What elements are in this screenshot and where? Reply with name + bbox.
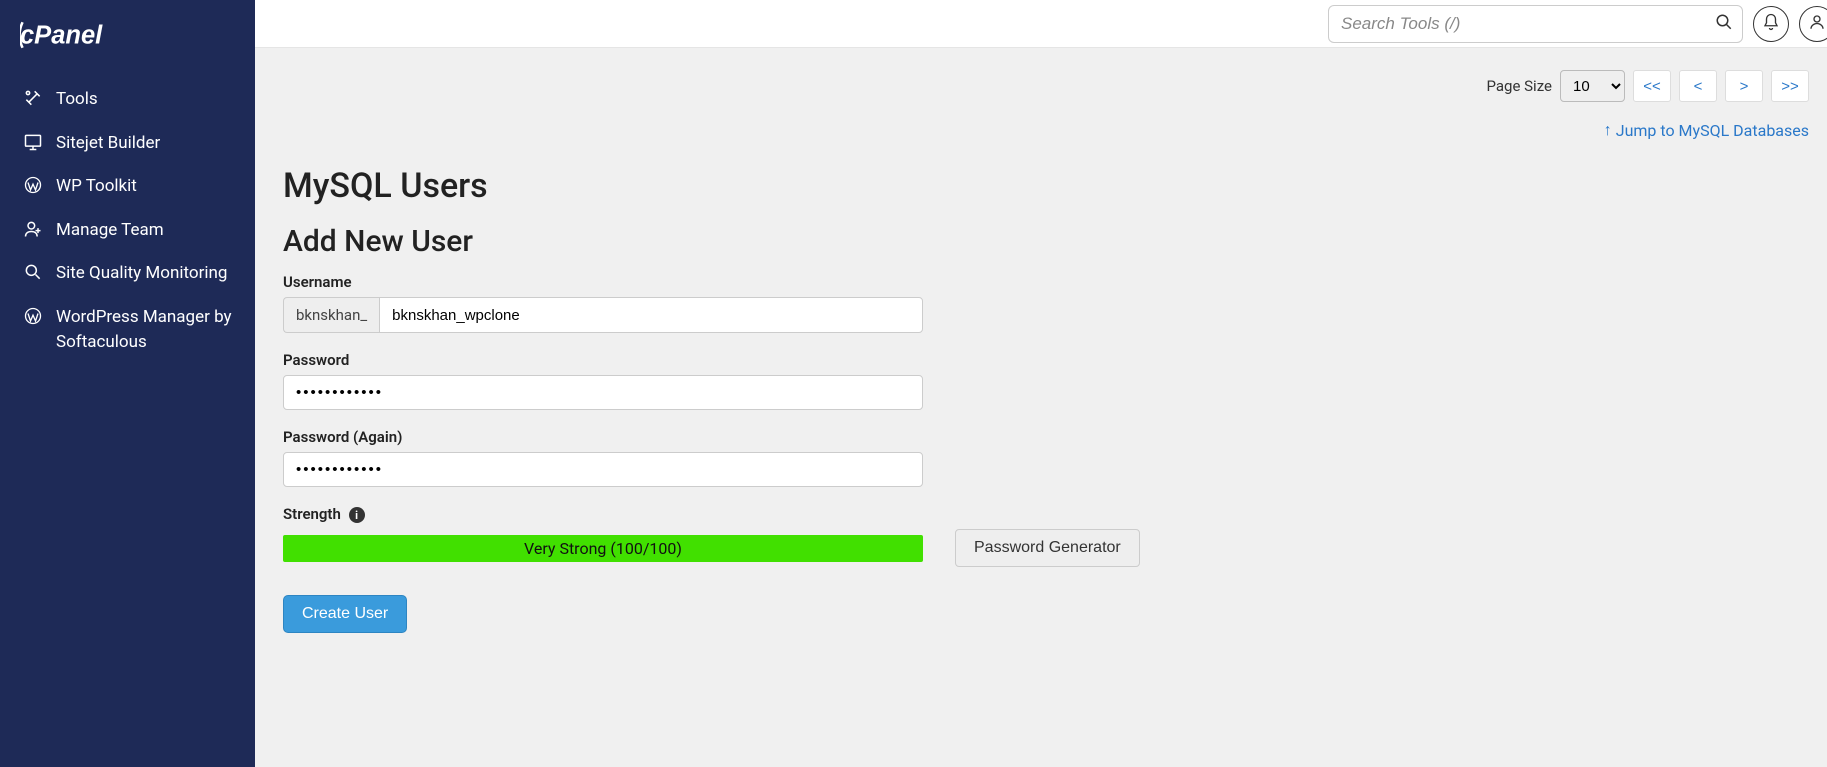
- sidebar-item-label: Site Quality Monitoring: [56, 261, 235, 287]
- username-input[interactable]: [379, 297, 923, 333]
- tools-icon: [20, 87, 46, 109]
- bell-icon: [1762, 13, 1780, 35]
- sidebar-item-site-quality[interactable]: Site Quality Monitoring: [0, 252, 255, 296]
- svg-text:cPanel: cPanel: [20, 22, 103, 50]
- strength-label: Strength i: [283, 505, 1183, 523]
- pager-prev-button[interactable]: <: [1679, 70, 1717, 102]
- password-label: Password: [283, 351, 1183, 369]
- pager-next-button[interactable]: >: [1725, 70, 1763, 102]
- arrow-up-icon: ↑: [1604, 120, 1612, 140]
- sidebar-item-label: Manage Team: [56, 218, 235, 244]
- brand-logo[interactable]: cPanel: [0, 12, 255, 78]
- jump-link-text: Jump to MySQL Databases: [1616, 121, 1809, 140]
- page-title: MySQL Users: [283, 166, 1799, 206]
- sidebar-item-label: WP Toolkit: [56, 174, 235, 200]
- sidebar-item-sitejet[interactable]: Sitejet Builder: [0, 122, 255, 166]
- username-prefix: bknskhan_: [283, 297, 379, 333]
- page-subtitle: Add New User: [283, 224, 1799, 259]
- jump-to-databases-link[interactable]: ↑ Jump to MySQL Databases: [1604, 120, 1809, 140]
- search-input[interactable]: [1328, 5, 1743, 43]
- sidebar: cPanel Tools Sitejet Builder WP Toolkit: [0, 0, 255, 767]
- monitor-icon: [20, 131, 46, 153]
- magnifier-icon: [20, 261, 46, 283]
- pager-first-button[interactable]: <<: [1633, 70, 1671, 102]
- page-size-label: Page Size: [1487, 77, 1552, 95]
- info-icon[interactable]: i: [349, 507, 365, 523]
- wordpress-icon: [20, 174, 46, 196]
- password-again-input[interactable]: [283, 452, 923, 487]
- sidebar-item-label: Tools: [56, 87, 235, 113]
- sidebar-item-label: Sitejet Builder: [56, 131, 235, 157]
- username-label: Username: [283, 273, 1183, 291]
- notifications-button[interactable]: [1753, 6, 1789, 42]
- password-generator-button[interactable]: Password Generator: [955, 529, 1140, 567]
- sidebar-item-label: WordPress Manager by Softaculous: [56, 305, 235, 356]
- sidebar-item-manage-team[interactable]: Manage Team: [0, 209, 255, 253]
- password-input[interactable]: [283, 375, 923, 410]
- wordpress-icon: [20, 305, 46, 327]
- sidebar-item-tools[interactable]: Tools: [0, 78, 255, 122]
- search-icon[interactable]: [1715, 13, 1733, 35]
- team-icon: [20, 218, 46, 240]
- user-icon: [1808, 13, 1826, 35]
- top-bar: [255, 0, 1827, 48]
- create-user-button[interactable]: Create User: [283, 595, 407, 633]
- page-size-select[interactable]: 10: [1560, 70, 1625, 102]
- user-menu-button[interactable]: [1799, 6, 1827, 42]
- pager-last-button[interactable]: >>: [1771, 70, 1809, 102]
- sidebar-item-wp-manager[interactable]: WordPress Manager by Softaculous: [0, 296, 255, 365]
- pager: Page Size 10 << < > >>: [283, 48, 1809, 108]
- sidebar-item-wptoolkit[interactable]: WP Toolkit: [0, 165, 255, 209]
- password-again-label: Password (Again): [283, 428, 1183, 446]
- strength-meter: Very Strong (100/100): [283, 535, 923, 562]
